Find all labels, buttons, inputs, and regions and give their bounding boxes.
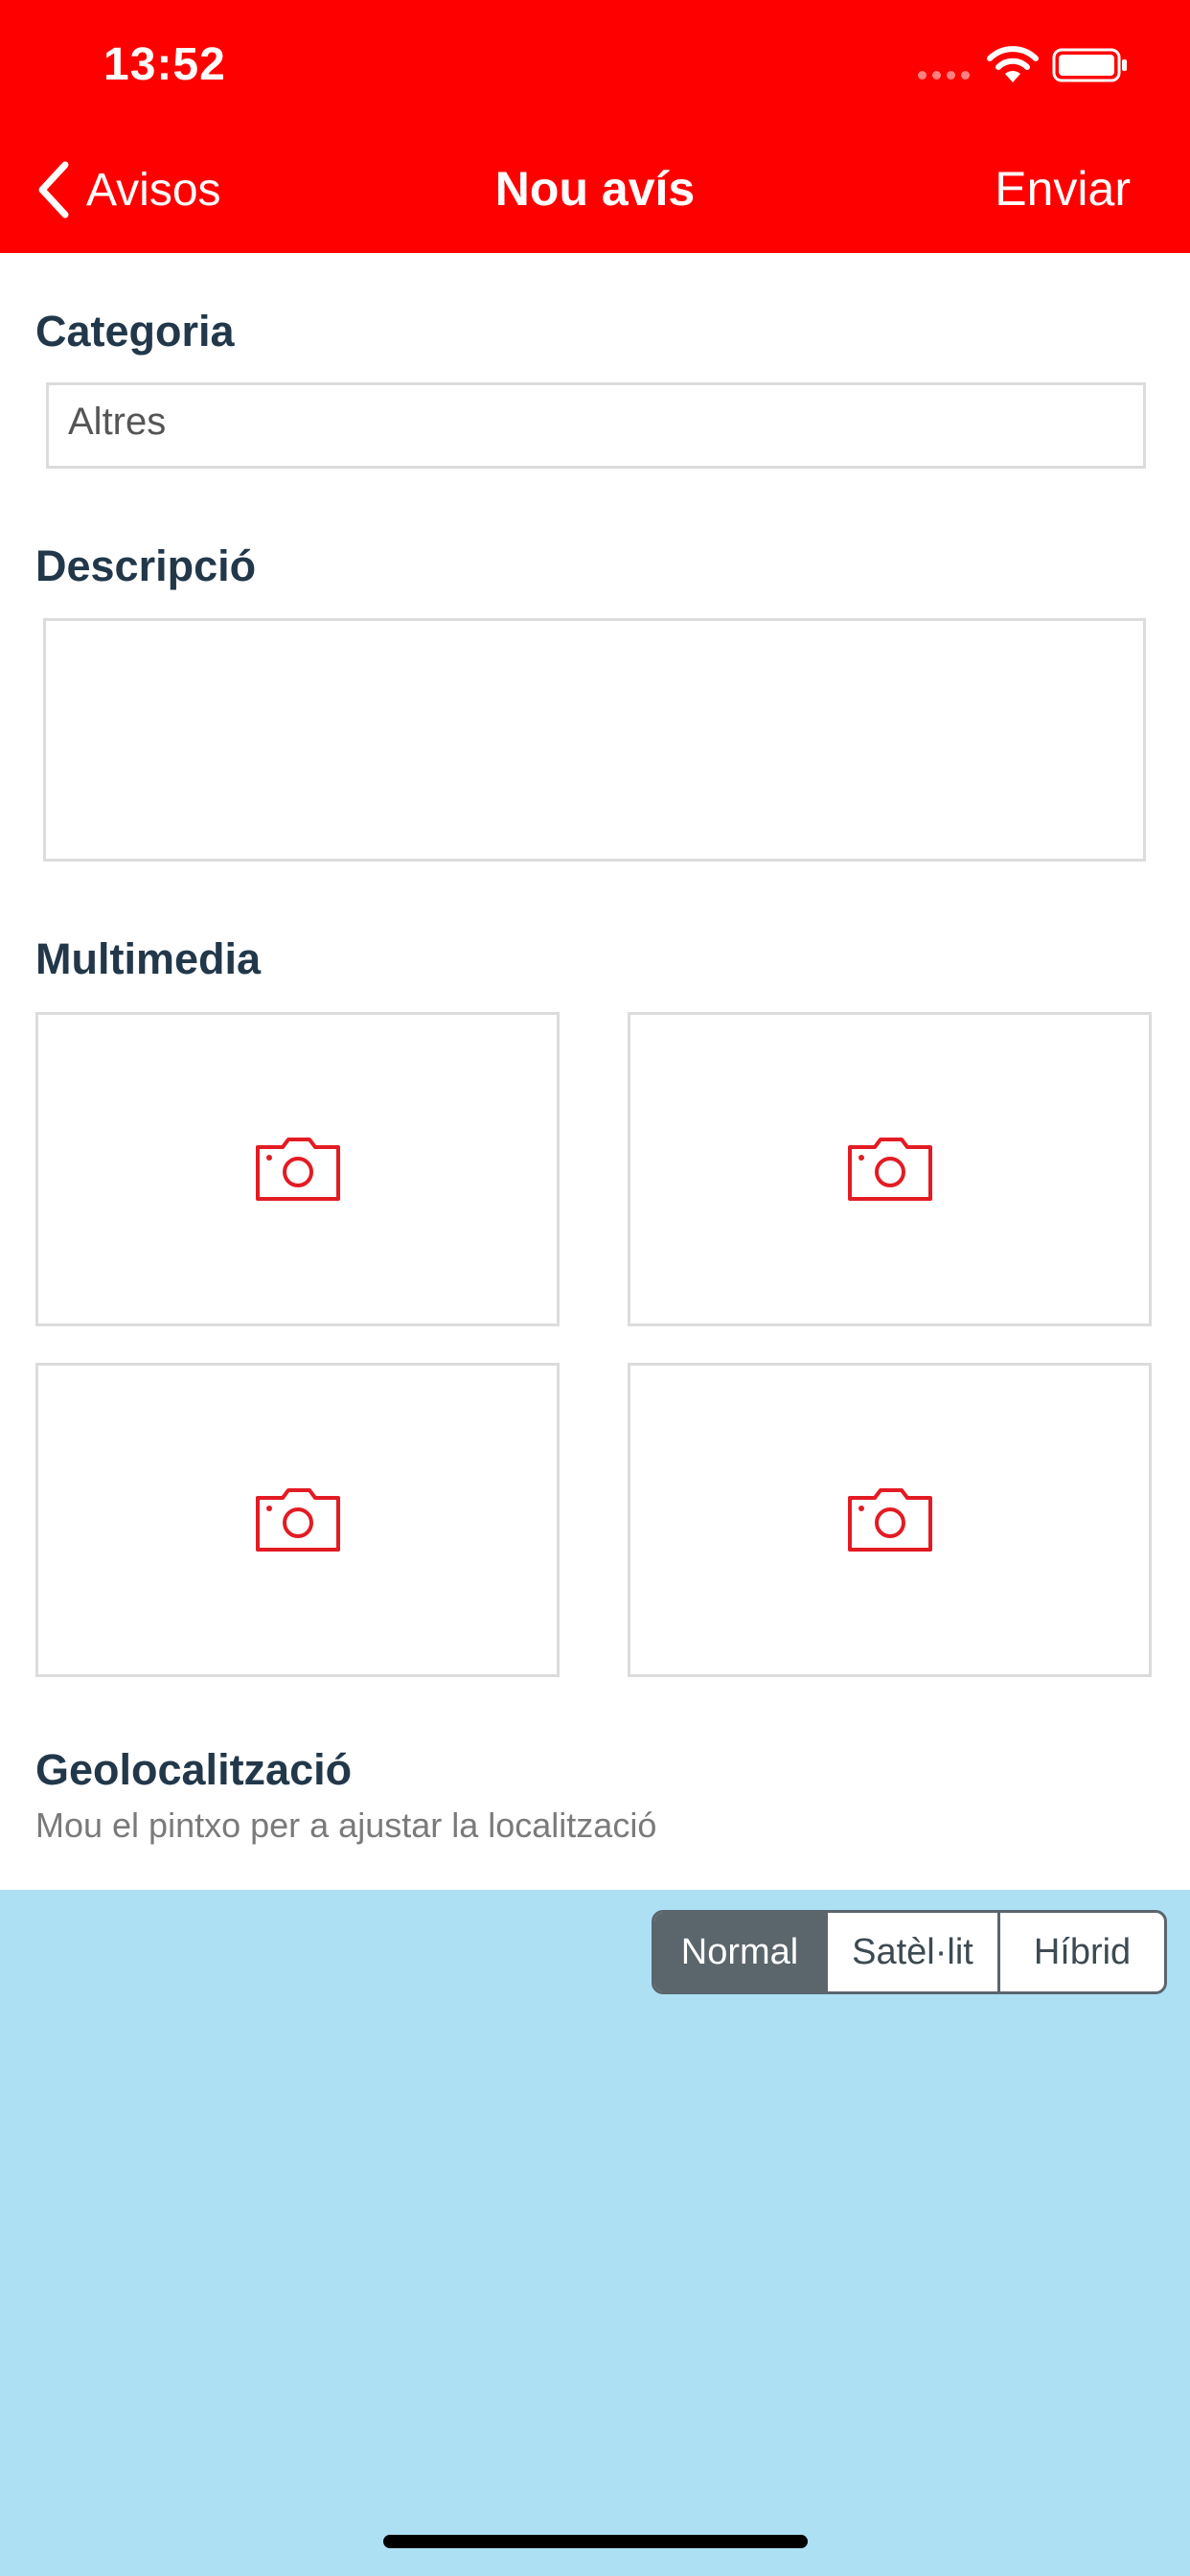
media-slot-3[interactable]	[35, 1363, 560, 1677]
description-label: Descripció	[35, 541, 257, 590]
camera-icon	[255, 1488, 340, 1552]
media-slot-1[interactable]	[35, 1012, 560, 1326]
geolocation-hint: Mou el pintxo per a ajustar la localitza…	[35, 1806, 657, 1845]
media-slot-4[interactable]	[628, 1363, 1152, 1677]
battery-icon	[1052, 48, 1127, 82]
camera-icon	[847, 1138, 932, 1201]
category-label: Categoria	[35, 307, 235, 356]
wifi-icon	[987, 46, 1039, 82]
multimedia-label: Multimedia	[35, 934, 262, 983]
media-slot-2[interactable]	[628, 1012, 1152, 1326]
status-time: 13:52	[103, 39, 226, 90]
map-type-normal[interactable]: Normal	[654, 1913, 825, 1991]
geolocation-label: Geolocalització	[35, 1745, 353, 1794]
map-type-satellite[interactable]: Satèl·lit	[825, 1913, 997, 1991]
camera-icon	[255, 1138, 340, 1201]
send-button[interactable]: Enviar	[995, 161, 1131, 217]
home-indicator	[383, 2535, 808, 2548]
category-value: Altres	[68, 401, 167, 443]
camera-icon	[847, 1488, 932, 1552]
cellular-signal-icon	[918, 71, 970, 80]
map-type-hybrid[interactable]: Híbrid	[997, 1913, 1164, 1991]
description-textarea[interactable]	[43, 618, 1146, 862]
navigation-header: 13:52 Avisos Nou avís Enviar	[0, 0, 1190, 253]
map-type-segmented-control[interactable]: Normal Satèl·lit Híbrid	[652, 1910, 1167, 1994]
category-select[interactable]: Altres	[46, 382, 1146, 469]
